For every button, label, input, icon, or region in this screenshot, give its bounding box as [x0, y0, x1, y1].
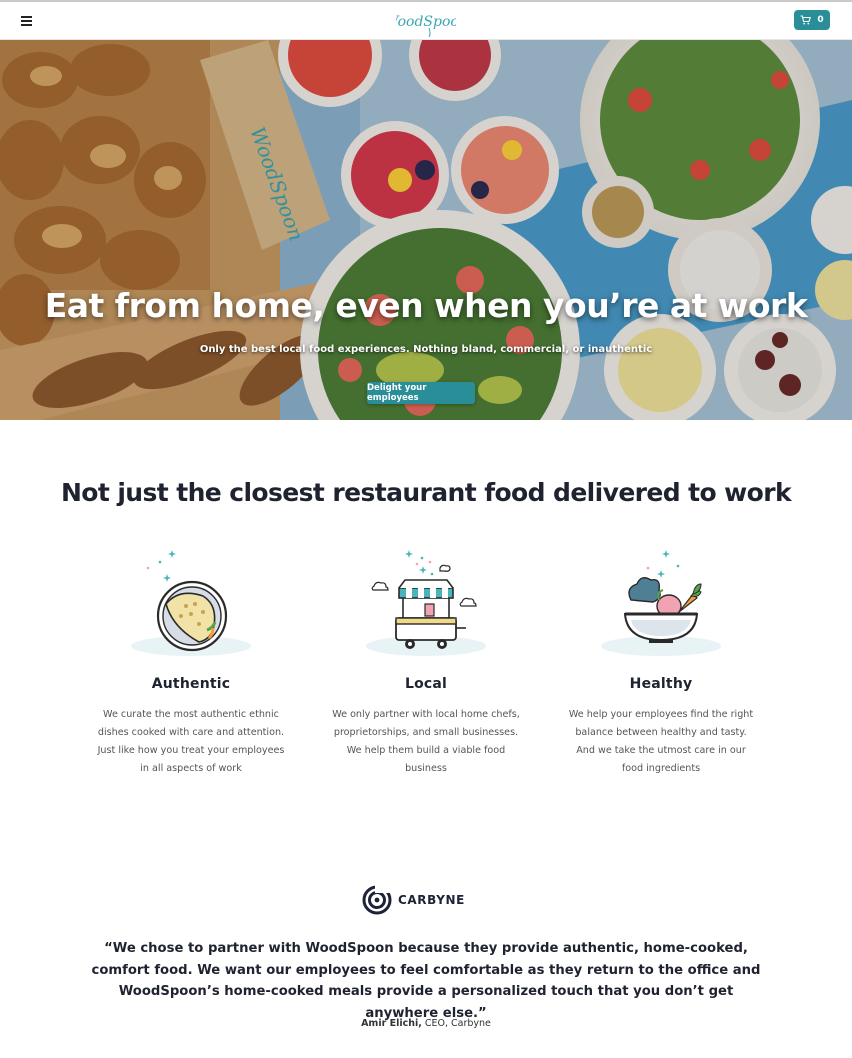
woodspoon-logo[interactable]: WoodSpoon [396, 4, 456, 38]
feature-healthy: Healthy We help your employees find the … [561, 540, 761, 778]
hero-banner: WoodSpoon Eat from home, even when you’r… [0, 40, 852, 420]
feature-heading: Authentic [151, 676, 231, 692]
feature-text: We help your employees find the right ba… [568, 709, 754, 774]
testimonial-author: Amir Elichi, CEO, Carbyne [0, 1018, 852, 1029]
feature-text: We curate the most authentic ethnic dish… [97, 709, 285, 774]
hero-title: Eat from home, even when you’re at work [44, 286, 808, 325]
cart-button[interactable]: 0 [794, 10, 830, 30]
company-name: CARBYNE [398, 893, 465, 907]
author-name: Amir Elichi, [361, 1018, 422, 1029]
cart-icon [800, 15, 812, 25]
feature-local: Local We only partner with local home ch… [326, 540, 526, 778]
food-cart-icon [366, 550, 486, 656]
salad-bowl-icon [601, 550, 721, 656]
feature-authentic: Authentic We curate the most authentic e… [91, 540, 291, 778]
delight-employees-button[interactable]: Delight your employees [367, 382, 475, 404]
carbyne-mark-icon [362, 885, 392, 915]
feature-heading: Local [404, 676, 448, 692]
hamburger-menu-icon[interactable] [18, 12, 36, 30]
testimonial-quote: “We chose to partner with WoodSpoon beca… [91, 941, 761, 1021]
site-header: WoodSpoon 0 [0, 2, 852, 40]
hero-subtitle: Only the best local food experiences. No… [199, 344, 653, 355]
carbyne-logo: CARBYNE [362, 884, 492, 916]
svg-text:WoodSpoon: WoodSpoon [396, 14, 456, 30]
taco-plate-icon [131, 550, 251, 656]
author-title: CEO, Carbyne [424, 1018, 491, 1029]
features-title: Not just the closest restaurant food del… [60, 478, 792, 507]
hero-food-photo: WoodSpoon [0, 40, 852, 420]
feature-text: We only partner with local home chefs, p… [332, 709, 520, 774]
cart-count: 0 [817, 15, 824, 25]
feature-heading: Healthy [629, 676, 693, 692]
